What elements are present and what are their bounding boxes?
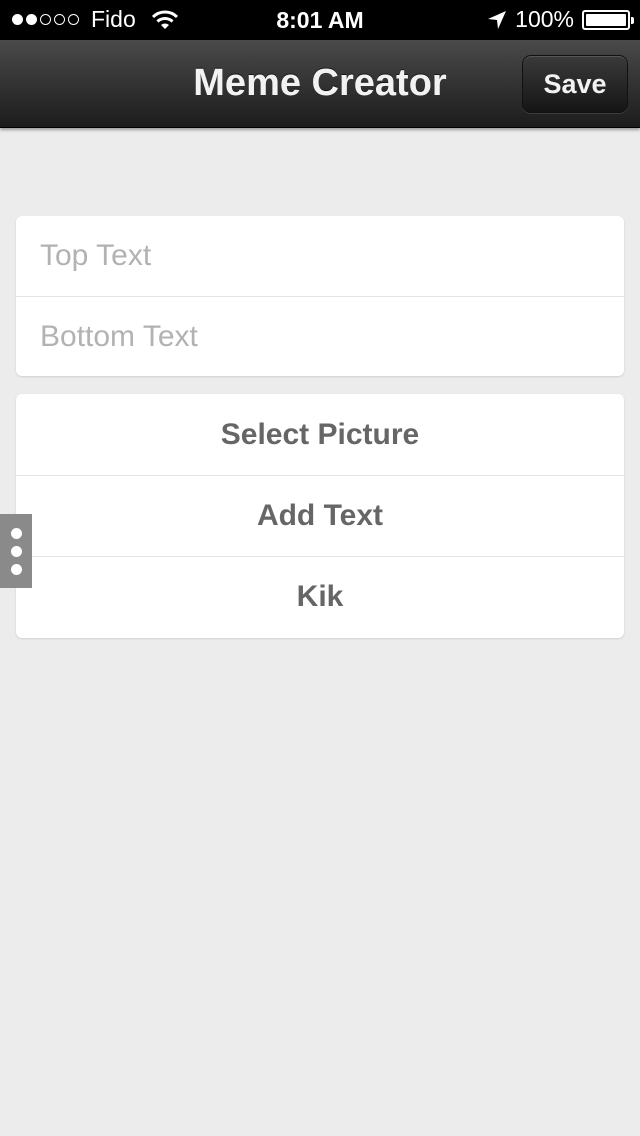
actions-card: Select Picture Add Text Kik xyxy=(16,394,624,638)
select-picture-button[interactable]: Select Picture xyxy=(16,394,624,475)
top-text-input[interactable] xyxy=(16,216,624,296)
side-menu-handle[interactable] xyxy=(0,514,32,588)
bottom-text-input[interactable] xyxy=(16,297,624,376)
battery-level xyxy=(586,13,626,26)
battery-icon xyxy=(582,9,634,30)
status-right: 100% xyxy=(487,6,634,33)
vertical-ellipsis-icon xyxy=(10,563,22,575)
navigation-bar: Meme Creator Save xyxy=(0,40,640,128)
select-picture-label: Select Picture xyxy=(220,417,420,451)
kik-button[interactable]: Kik xyxy=(16,556,624,637)
add-text-button[interactable]: Add Text xyxy=(16,475,624,556)
kik-label: Kik xyxy=(296,580,344,613)
battery-percent: 100% xyxy=(515,6,574,32)
top-text-row xyxy=(16,216,624,296)
vertical-ellipsis-icon xyxy=(10,527,22,539)
meme-text-card xyxy=(16,216,624,376)
save-button[interactable]: Save xyxy=(522,55,628,113)
bottom-text-row xyxy=(16,296,624,376)
add-text-label: Add Text xyxy=(256,499,384,532)
vertical-ellipsis-icon xyxy=(10,545,22,557)
status-bar: Fido 8:01 AM 100% xyxy=(0,0,640,40)
location-arrow-icon xyxy=(488,10,507,29)
